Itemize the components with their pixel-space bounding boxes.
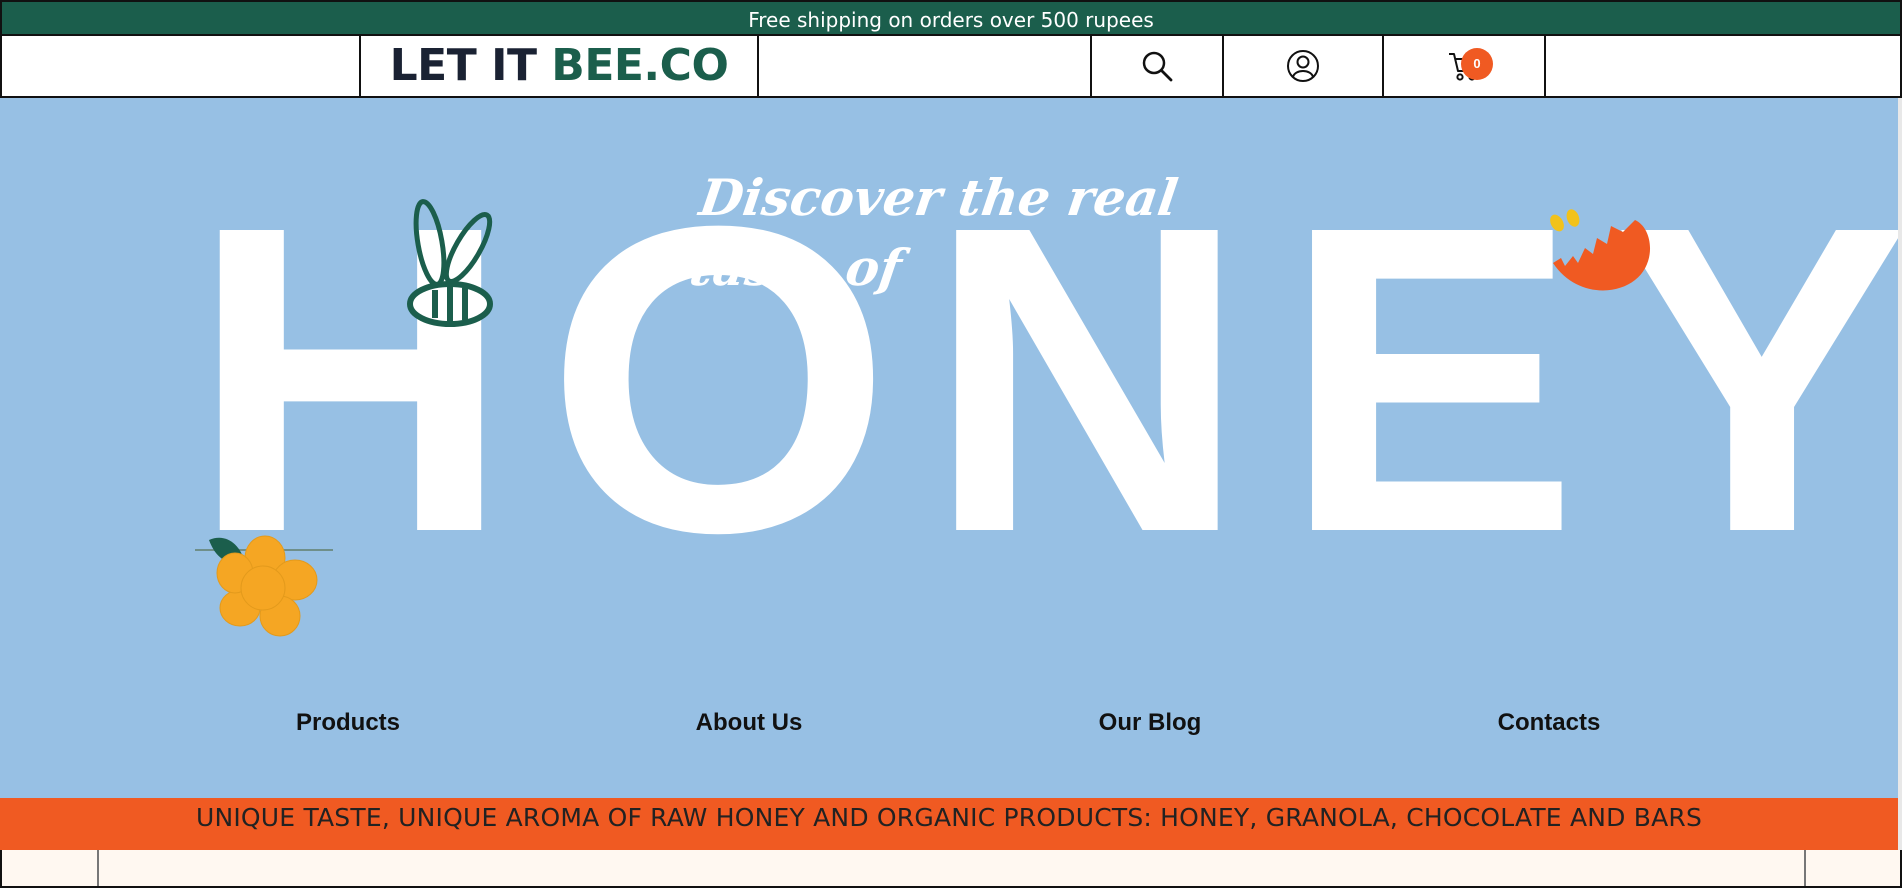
bee-icon (407, 199, 493, 327)
logo-text-dark: LET IT (389, 40, 552, 91)
nav-products[interactable]: Products (228, 698, 468, 748)
red-flower-icon (1550, 209, 1651, 291)
bottom-divider (1804, 850, 1806, 886)
promo-banner: UNIQUE TASTE, UNIQUE AROMA OF RAW HONEY … (0, 798, 1898, 850)
promo-banner-text: UNIQUE TASTE, UNIQUE AROMA OF RAW HONEY … (195, 803, 1703, 832)
page-scrollbar[interactable] (1898, 98, 1902, 888)
nav-contacts[interactable]: Contacts (1429, 698, 1669, 748)
header-divider (1544, 36, 1546, 96)
account-button[interactable] (1224, 36, 1382, 96)
bottom-strip (0, 850, 1902, 888)
cart-count-badge: 0 (1461, 48, 1493, 80)
bottom-divider (97, 850, 99, 886)
search-icon (1142, 51, 1173, 82)
logo-text-green: BEE.CO (551, 40, 729, 91)
yellow-flower-icon (195, 535, 333, 637)
main-nav: Products About Us Our Blog Contacts (0, 698, 1898, 748)
nav-about-us[interactable]: About Us (629, 698, 869, 748)
site-header: LET IT BEE.CO 0 (0, 34, 1902, 98)
site-logo[interactable]: LET IT BEE.CO (359, 36, 759, 96)
announcement-text: Free shipping on orders over 500 rupees (748, 8, 1154, 32)
hero-section: Discover the real taste of HONEY Product… (0, 98, 1902, 798)
announcement-bar: Free shipping on orders over 500 rupees (0, 0, 1902, 34)
user-icon (1287, 50, 1319, 82)
search-button[interactable] (1092, 36, 1222, 96)
nav-our-blog[interactable]: Our Blog (1030, 698, 1270, 748)
